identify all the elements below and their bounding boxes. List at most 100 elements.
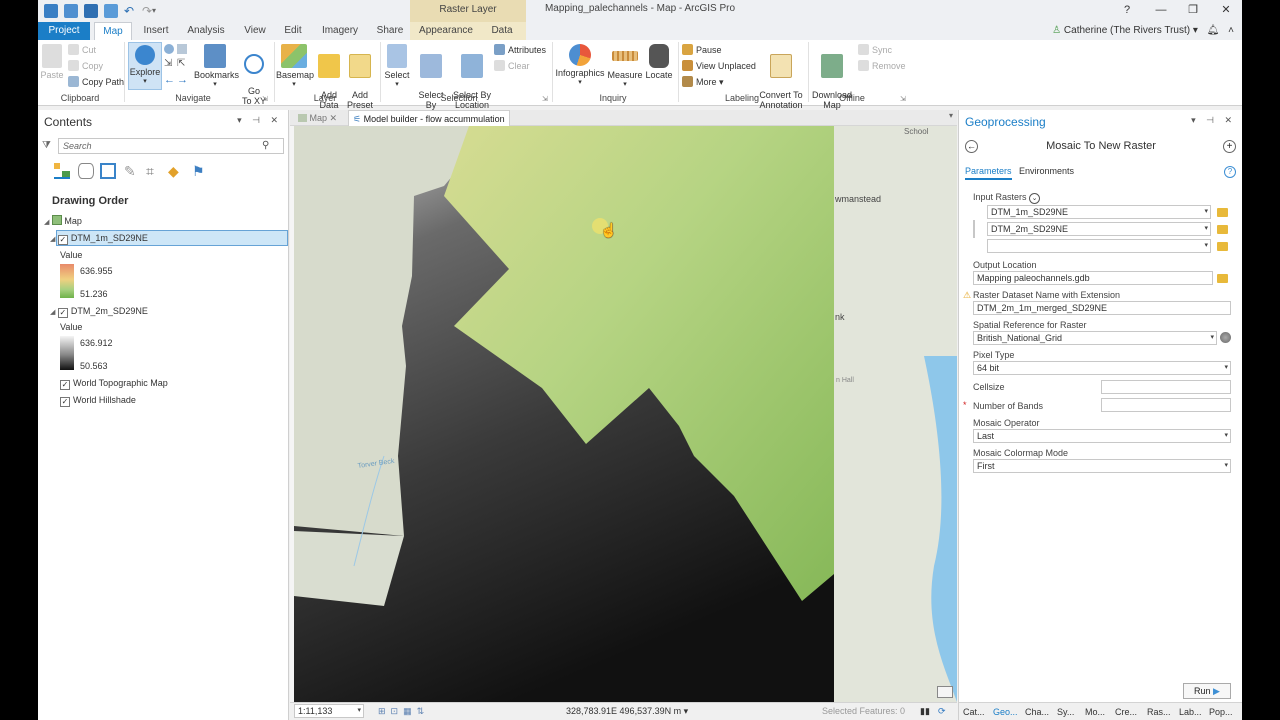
previous-extent-icon[interactable]: ← xyxy=(164,74,175,86)
dataset-name-field[interactable]: DTM_2m_1m_merged_SD29NE xyxy=(973,301,1231,315)
pause-drawing-icon[interactable]: ▮▮ xyxy=(920,703,930,720)
browse-folder-icon[interactable] xyxy=(1217,225,1228,234)
tab-map[interactable]: Map xyxy=(94,22,132,40)
restore-button[interactable]: ❐ xyxy=(1182,2,1204,18)
pixel-type-select[interactable]: 64 bit ▾ xyxy=(973,361,1231,375)
clear-selection-button[interactable]: Clear xyxy=(494,58,530,74)
measure-button[interactable]: Measure ▾ xyxy=(606,42,644,90)
tab-imagery[interactable]: Imagery xyxy=(318,22,362,40)
go-to-xy-button[interactable]: Go To XY xyxy=(240,42,268,116)
drag-handle[interactable] xyxy=(973,220,975,238)
contents-search-input[interactable]: Search xyxy=(58,138,284,154)
spatial-reference-field[interactable]: British_National_Grid ▾ xyxy=(973,331,1217,345)
map-canvas[interactable]: School wmanstead nk n Hall Torver Beck ☝ xyxy=(294,126,957,702)
zoom-in-arrows-icon[interactable]: ⇲ xyxy=(164,58,172,69)
remove-button[interactable]: Remove xyxy=(858,58,906,74)
tab-parameters[interactable]: Parameters xyxy=(965,166,1012,180)
list-by-snapping-icon[interactable]: ⌗ xyxy=(146,163,162,179)
map-overview-icon[interactable] xyxy=(937,686,953,698)
cut-button[interactable]: Cut xyxy=(68,42,96,58)
help-button[interactable]: ? xyxy=(1116,2,1138,18)
close-tab-icon[interactable]: ✕ xyxy=(330,113,338,123)
layer-checkbox[interactable]: ✓ xyxy=(57,308,68,318)
ribbon-collapse-icon[interactable]: ˄ xyxy=(1228,25,1234,36)
convert-to-annotation-button[interactable]: Convert To Annotation xyxy=(758,42,804,120)
selection-launcher-icon[interactable]: ⇲ xyxy=(542,95,548,103)
input-raster-empty[interactable]: ▾ xyxy=(987,239,1211,253)
offline-launcher-icon[interactable]: ⇲ xyxy=(900,95,906,103)
navigate-small-tools[interactable]: ⇲ ⇱ ← → xyxy=(164,44,190,88)
tab-project[interactable]: Project xyxy=(38,22,90,40)
refresh-icon[interactable]: ⟳ xyxy=(938,703,946,720)
collapse-section-icon[interactable]: ⌄ xyxy=(1029,193,1041,204)
browse-folder-icon[interactable] xyxy=(1217,208,1228,217)
tree-item-basemap[interactable]: ✓ World Hillshade xyxy=(60,393,136,407)
tab-view[interactable]: View xyxy=(238,22,272,40)
close-window-button[interactable]: ✕ xyxy=(1215,2,1237,18)
locate-button[interactable]: Locate xyxy=(644,42,674,80)
tree-item-layer[interactable]: ◢ ✓ DTM_2m_SD29NE xyxy=(50,304,148,320)
full-extent-icon[interactable] xyxy=(164,44,174,54)
minimize-button[interactable]: — xyxy=(1150,2,1172,18)
tab-share[interactable]: Share xyxy=(372,22,408,40)
tab-edit[interactable]: Edit xyxy=(278,22,308,40)
filter-icon[interactable]: ⧩ xyxy=(42,140,51,151)
list-by-editing-icon[interactable]: ✎ xyxy=(124,163,140,179)
pane-controls[interactable]: ▾ ⊣ ✕ xyxy=(237,115,282,126)
open-project-icon[interactable] xyxy=(64,4,78,18)
add-data-button[interactable]: Add Data xyxy=(314,42,344,120)
layer-checkbox[interactable]: ✓ xyxy=(60,397,70,407)
dock-tab-catalog[interactable]: Cat... xyxy=(963,703,985,720)
select-button[interactable]: Select ▾ xyxy=(382,42,412,90)
tab-list-dropdown-icon[interactable]: ▾ xyxy=(949,111,953,120)
tab-model-builder[interactable]: ⚟ Model builder - flow accummulation xyxy=(348,110,510,126)
zoom-out-arrows-icon[interactable]: ⇱ xyxy=(177,58,185,69)
run-button[interactable]: Run ▶ xyxy=(1183,683,1231,699)
paste-button[interactable]: Paste xyxy=(40,42,64,80)
tab-data[interactable]: Data xyxy=(486,22,518,40)
tab-map-view[interactable]: Map ✕ xyxy=(294,110,341,126)
notification-bell-icon[interactable]: 🔔︎ xyxy=(1207,25,1220,36)
basemap-button[interactable]: Basemap ▾ xyxy=(276,42,314,90)
add-tool-icon[interactable]: + xyxy=(1223,140,1236,153)
tree-item-basemap[interactable]: ✓ World Topographic Map xyxy=(60,376,168,390)
pane-controls[interactable]: ▾ ⊣ ✕ xyxy=(1191,115,1236,126)
back-arrow-icon[interactable]: ← xyxy=(965,140,978,153)
navigate-launcher-icon[interactable]: ⇲ xyxy=(262,95,268,103)
pause-labeling-button[interactable]: Pause xyxy=(682,42,722,58)
cellsize-input[interactable] xyxy=(1101,380,1231,394)
dock-tab-chart[interactable]: Cha... xyxy=(1025,703,1049,720)
dock-tab-popup[interactable]: Pop... xyxy=(1209,703,1233,720)
copy-path-button[interactable]: Copy Path xyxy=(68,74,124,90)
explore-button[interactable]: Explore ▾ xyxy=(128,42,162,90)
help-icon[interactable]: ? xyxy=(1224,166,1236,178)
infographics-button[interactable]: Infographics ▾ xyxy=(554,42,606,88)
layer-checkbox[interactable]: ✓ xyxy=(57,235,68,245)
more-labeling-button[interactable]: More ▾ xyxy=(682,74,724,90)
new-project-icon[interactable] xyxy=(44,4,58,18)
globe-icon[interactable] xyxy=(1220,332,1231,343)
add-preset-button[interactable]: Add Preset xyxy=(344,42,376,120)
number-of-bands-input[interactable] xyxy=(1101,398,1231,412)
search-icon[interactable]: ⚲ xyxy=(262,140,269,151)
input-raster-2[interactable]: DTM_2m_SD29NE ▾ xyxy=(987,222,1211,236)
customize-toolbar-icon[interactable]: ▾ xyxy=(152,4,166,18)
map-view-tools[interactable]: ⊞⊡▦⇅ xyxy=(378,703,429,720)
copy-button[interactable]: Copy xyxy=(68,58,103,74)
list-by-data-source-icon[interactable] xyxy=(78,163,94,179)
next-extent-icon[interactable]: → xyxy=(177,74,188,86)
save-icon[interactable] xyxy=(84,4,98,18)
undo-icon[interactable]: ↶ xyxy=(124,4,138,18)
tab-insert[interactable]: Insert xyxy=(138,22,174,40)
tree-item-map[interactable]: ◢ Map xyxy=(44,214,82,230)
coordinate-readout[interactable]: 328,783.91E 496,537.39N m ▾ xyxy=(566,703,688,720)
list-by-charts-icon[interactable]: ⚑ xyxy=(192,163,208,179)
browse-folder-icon[interactable] xyxy=(1217,242,1228,251)
collapse-arrow-icon[interactable]: ◢ xyxy=(50,309,55,316)
layer-checkbox[interactable]: ✓ xyxy=(60,380,70,390)
dock-tab-labeling[interactable]: Lab... xyxy=(1179,703,1202,720)
dock-tab-raster[interactable]: Ras... xyxy=(1147,703,1171,720)
mosaic-operator-select[interactable]: Last ▾ xyxy=(973,429,1231,443)
tab-appearance[interactable]: Appearance xyxy=(418,22,474,40)
list-by-drawing-order-icon[interactable] xyxy=(54,163,70,179)
